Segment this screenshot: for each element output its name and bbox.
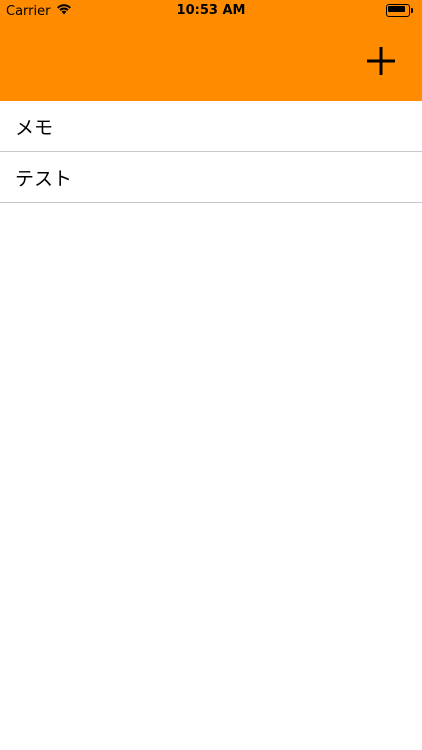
navigation-header: Carrier 10:53 AM — [0, 0, 422, 101]
list-item-label: メモ — [15, 116, 54, 139]
add-button[interactable] — [364, 44, 398, 78]
memo-list: メモ テスト — [0, 101, 422, 203]
list-item[interactable]: テスト — [0, 152, 422, 203]
plus-icon — [364, 44, 398, 78]
app-screen: Carrier 10:53 AM メモ テスト — [0, 0, 422, 750]
battery-icon — [386, 4, 413, 17]
list-item[interactable]: メモ — [0, 101, 422, 152]
list-item-label: テスト — [15, 167, 73, 190]
status-time: 10:53 AM — [176, 3, 246, 18]
status-bar: Carrier 10:53 AM — [0, 0, 422, 22]
